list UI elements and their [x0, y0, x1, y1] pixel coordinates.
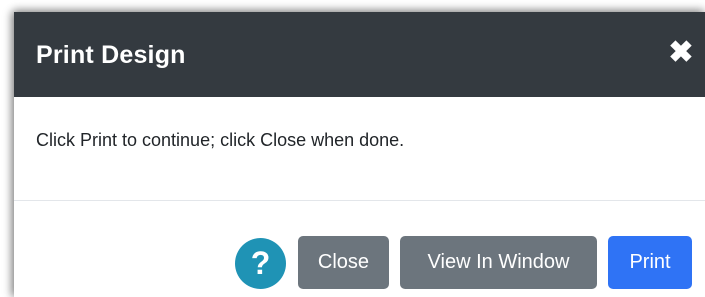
help-icon[interactable]: ? [235, 238, 286, 289]
view-in-window-button[interactable]: View In Window [400, 236, 597, 289]
print-button[interactable]: Print [608, 236, 692, 289]
print-design-dialog: Print Design ✖ Click Print to continue; … [14, 12, 705, 297]
close-icon[interactable]: ✖ [668, 38, 694, 68]
dialog-message: Click Print to continue; click Close whe… [36, 130, 405, 150]
page-background: Print Design ✖ Click Print to continue; … [0, 0, 705, 297]
dialog-title: Print Design [36, 41, 186, 69]
close-button[interactable]: Close [298, 236, 389, 289]
dialog-footer: ? Close View In Window Print [14, 201, 705, 297]
dialog-body: Click Print to continue; click Close whe… [14, 97, 705, 201]
dialog-header: Print Design ✖ [14, 12, 705, 97]
